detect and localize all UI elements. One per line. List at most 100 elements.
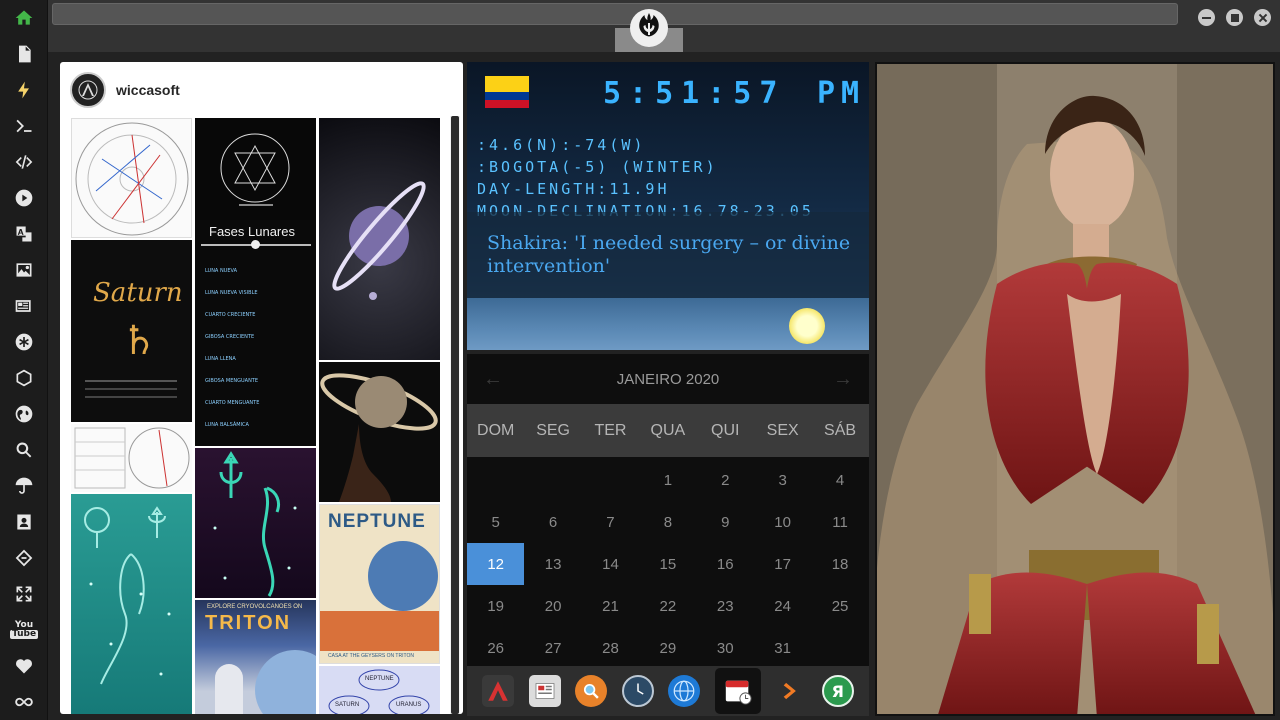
calendar-day[interactable] [582, 459, 639, 501]
contact-card-icon[interactable] [12, 510, 36, 534]
calendar-day[interactable]: 19 [467, 585, 524, 627]
calendar-day[interactable]: 1 [639, 459, 696, 501]
calendar-day[interactable]: 30 [697, 627, 754, 669]
infinity-icon[interactable] [12, 690, 36, 714]
calendar-day[interactable]: 21 [582, 585, 639, 627]
calendar-day[interactable]: 3 [754, 459, 811, 501]
calendar-day[interactable]: 13 [524, 543, 581, 585]
calendar-day[interactable]: 11 [811, 501, 868, 543]
neptune-poster-tile[interactable]: NEPTUNE CASA AT THE GEYSERS ON TRITON [319, 504, 440, 664]
globe-icon[interactable] [12, 402, 36, 426]
calendar-day[interactable]: 27 [524, 627, 581, 669]
calendar-day[interactable]: 10 [754, 501, 811, 543]
translate-icon[interactable] [12, 222, 36, 246]
close-button[interactable] [1254, 9, 1271, 26]
youtube-icon[interactable]: You Tube [9, 618, 39, 642]
profile-username[interactable]: wiccasoft [116, 82, 180, 98]
yandex-icon[interactable]: Я [821, 675, 854, 707]
diamond-link-icon[interactable] [12, 546, 36, 570]
sigil-tile[interactable] [195, 118, 316, 220]
play-arrow-app-icon[interactable] [775, 675, 807, 707]
calendar-day[interactable] [467, 459, 524, 501]
scrollbar-thumb[interactable] [451, 116, 459, 714]
feed-scrollbar[interactable] [450, 116, 460, 714]
home-icon[interactable] [12, 6, 36, 30]
heart-icon[interactable] [12, 654, 36, 678]
calendar-day[interactable]: 29 [639, 627, 696, 669]
planet-diagram-tile[interactable]: NEPTUNE SATURN URANUS [319, 666, 440, 714]
calendar-day[interactable]: 25 [811, 585, 868, 627]
weekday-label: QUI [711, 421, 740, 439]
calendar-day[interactable]: 23 [697, 585, 754, 627]
moon-phases-tile[interactable]: Fases Lunares LUNA NUEVA LUNA NUEVA VISI… [195, 220, 316, 446]
calendar-day[interactable]: 6 [524, 501, 581, 543]
play-icon[interactable] [12, 186, 36, 210]
calendar-day[interactable] [811, 627, 868, 669]
calendar-app-icon[interactable] [714, 668, 761, 714]
saturn-planet-tile[interactable] [319, 118, 440, 360]
terminal-icon[interactable] [12, 114, 36, 138]
saturn-hat-portrait-tile[interactable] [319, 362, 440, 502]
image-icon[interactable] [12, 258, 36, 282]
weekday-label: TER [594, 421, 627, 439]
calendar-day[interactable]: 22 [639, 585, 696, 627]
calendar-day[interactable]: 8 [639, 501, 696, 543]
expand-icon[interactable] [12, 582, 36, 606]
world-clock-widget: 5:51:57 PM :4.6(N):-74(W) :BOGOTA(-5) (W… [467, 62, 869, 350]
calendar-day[interactable]: 15 [639, 543, 696, 585]
newspaper-icon[interactable] [12, 294, 36, 318]
diagram-label: URANUS [396, 702, 422, 708]
news-reader-icon[interactable] [528, 675, 561, 707]
mermaid-tile[interactable] [71, 494, 192, 714]
day-length-line: DAY-LENGTH:11.9H [477, 180, 670, 198]
web-globe-icon[interactable] [668, 675, 701, 707]
prev-month-arrow-icon[interactable]: ← [483, 368, 503, 391]
umbrella-icon[interactable] [12, 474, 36, 498]
calendar-day[interactable]: 28 [582, 627, 639, 669]
clock-ampm: PM [817, 76, 866, 111]
avatar[interactable] [70, 72, 106, 108]
portrait-photo[interactable] [875, 62, 1275, 716]
maximize-button[interactable] [1226, 9, 1243, 26]
saturn-glyph: ♄ [121, 318, 157, 364]
calendar-day[interactable]: 24 [754, 585, 811, 627]
triton-kicker: EXPLORE CRYOVOLCANOES ON [207, 604, 303, 610]
calendar-day[interactable]: 2 [697, 459, 754, 501]
calendar-day-today[interactable]: 12 [467, 543, 525, 585]
clock-app-icon[interactable] [621, 675, 654, 707]
calendar-day[interactable]: 17 [754, 543, 811, 585]
calendar-day[interactable]: 7 [582, 501, 639, 543]
chart-table-tile[interactable] [71, 424, 192, 492]
neptune-title: NEPTUNE [328, 511, 426, 532]
calendar-day[interactable]: 26 [467, 627, 524, 669]
magnifier-app-icon[interactable] [575, 675, 608, 707]
calendar-day[interactable]: 16 [697, 543, 754, 585]
calendar-day[interactable]: 4 [811, 459, 868, 501]
top-bar [48, 0, 1280, 52]
search-icon[interactable] [12, 438, 36, 462]
asterisk-icon[interactable] [12, 330, 36, 354]
app-red-a-icon[interactable] [482, 675, 515, 707]
neptune-goddess-tile[interactable] [195, 448, 316, 598]
triton-poster-tile[interactable]: EXPLORE CRYOVOLCANOES ON TRITON [195, 600, 316, 714]
calendar-day[interactable]: 9 [697, 501, 754, 543]
news-headline[interactable]: Shakira: 'I needed surgery – or divine i… [487, 232, 857, 278]
code-icon[interactable] [12, 150, 36, 174]
document-icon[interactable] [12, 42, 36, 66]
calendar-day[interactable]: 20 [524, 585, 581, 627]
address-bar[interactable] [52, 3, 1178, 25]
polygon-icon[interactable] [12, 366, 36, 390]
calendar-day[interactable]: 31 [754, 627, 811, 669]
diagram-label: NEPTUNE [365, 676, 394, 682]
birth-chart-tile[interactable] [71, 118, 192, 238]
minimize-button[interactable] [1198, 9, 1215, 26]
calendar-widget: ← JANEIRO 2020 → DOM SEG TER QUA QUI SEX… [467, 354, 869, 666]
rebel-alliance-logo-icon[interactable] [629, 8, 669, 48]
calendar-day[interactable]: 5 [467, 501, 524, 543]
calendar-day[interactable]: 18 [811, 543, 868, 585]
calendar-day[interactable]: 14 [582, 543, 639, 585]
lightning-icon[interactable] [12, 78, 36, 102]
calendar-day[interactable] [524, 459, 581, 501]
next-month-arrow-icon[interactable]: → [833, 368, 853, 391]
saturn-book-tile[interactable]: Saturn ♄ [71, 240, 192, 422]
